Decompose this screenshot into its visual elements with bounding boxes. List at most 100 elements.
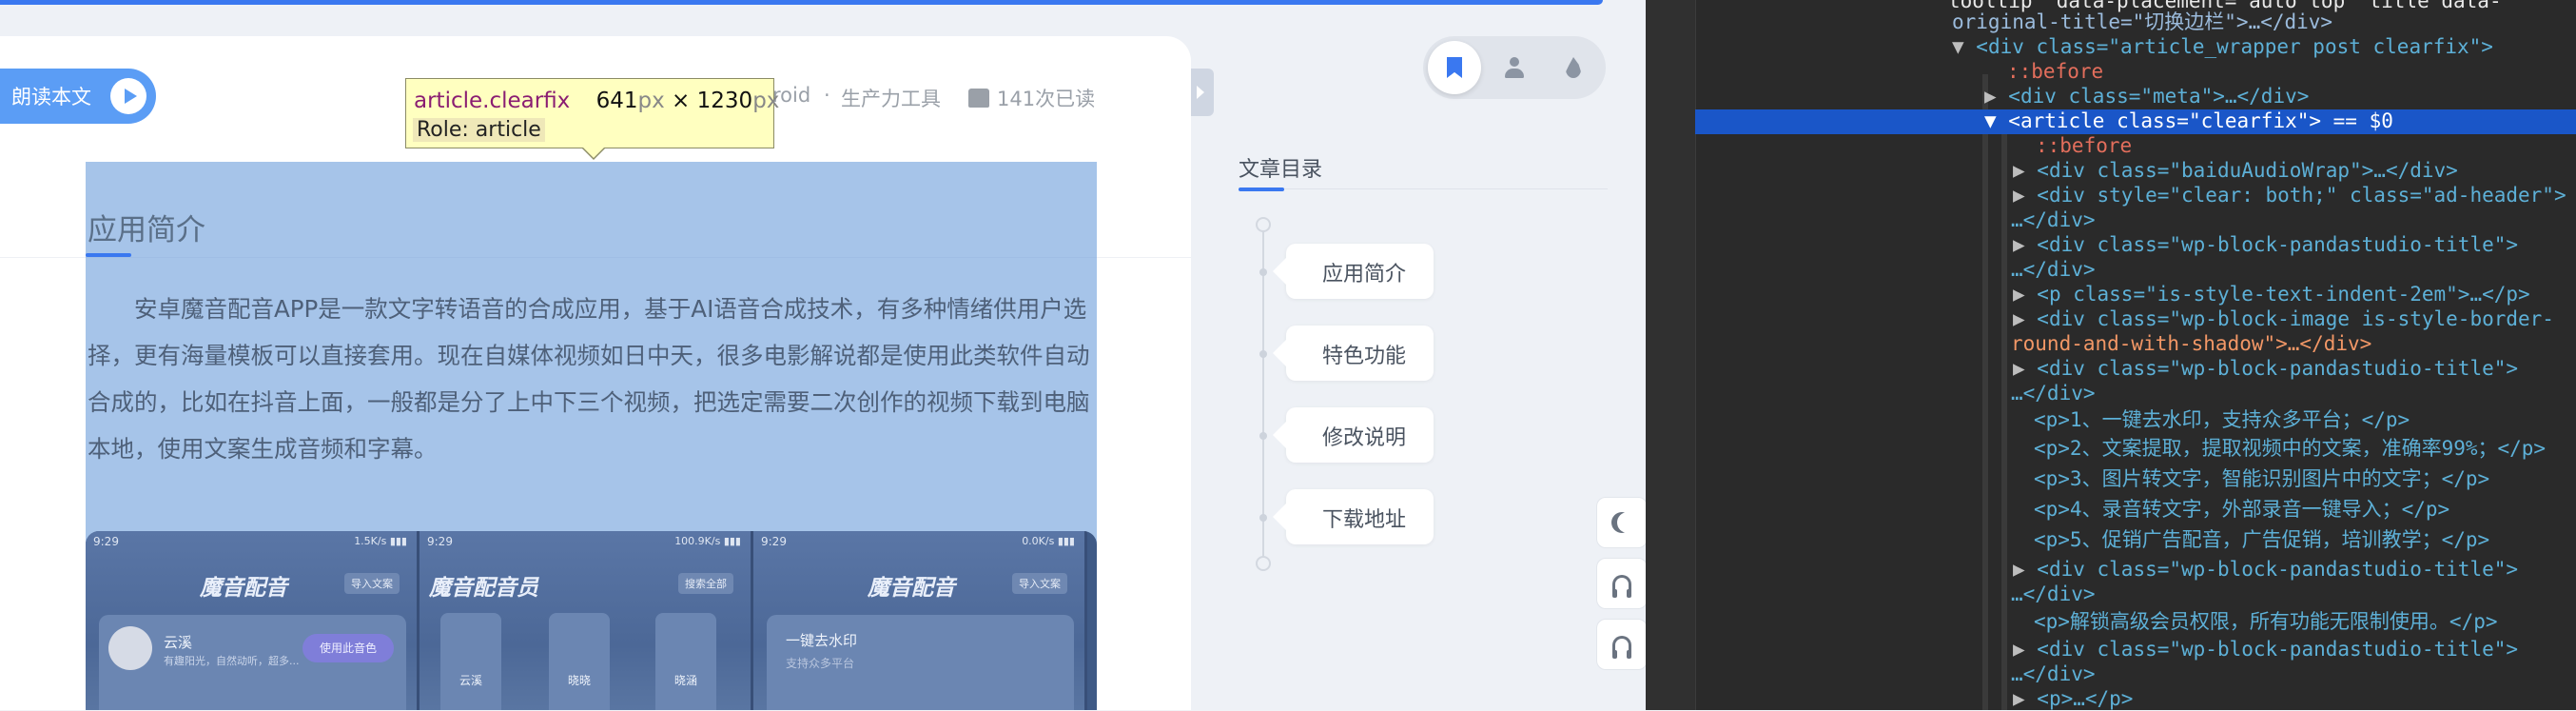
- toc-title: 文章目录: [1239, 158, 1323, 182]
- phone-chip: 导入文案: [344, 573, 400, 594]
- toc-item-label: 修改说明: [1322, 426, 1407, 450]
- use-voice-button: 使用此音色: [302, 634, 394, 662]
- voice-card: [549, 613, 610, 710]
- article-paragraph: 安卓魔音配音APP是一款文字转语音的合成应用，基于AI语音合成技术，有多种情绪供…: [88, 295, 1090, 463]
- dom-line[interactable]: ▶ <div class="wp-block-image is-style-bo…: [2013, 306, 2554, 331]
- phone-time: 9:29: [761, 535, 787, 548]
- voice-card: [440, 613, 501, 710]
- voice-desc: 有趣阳光，自然动听，超多...: [164, 655, 300, 667]
- toc-end-node: [1256, 556, 1271, 571]
- toc-dot: [1259, 350, 1267, 358]
- read-aloud-label: 朗读本文: [11, 86, 91, 109]
- toc-item-label: 特色功能: [1322, 345, 1407, 368]
- meta-separator: ·: [824, 84, 830, 107]
- dom-line[interactable]: ▶ <p>…</p>: [2013, 686, 2133, 711]
- flame-icon: [1566, 57, 1581, 78]
- toc-item-label: 应用简介: [1322, 263, 1407, 286]
- views-icon: [968, 89, 989, 108]
- dom-line-selected[interactable]: ▼ <article class="clearfix"> == $0: [1984, 109, 2393, 133]
- toc-item[interactable]: 下载地址: [1273, 489, 1434, 544]
- toc-dot: [1259, 268, 1267, 276]
- toc-item[interactable]: 特色功能: [1273, 326, 1434, 381]
- dom-line[interactable]: <p>3、图片转文字，智能识别图片中的文字；</p>: [2034, 466, 2489, 491]
- phone-status: 0.0K/s ▮▮▮: [1022, 535, 1075, 547]
- phone-chip: 搜索全部: [678, 573, 733, 594]
- sidebar-tabs: [1423, 36, 1606, 99]
- dom-line[interactable]: …</div>: [2011, 257, 2096, 282]
- dom-line[interactable]: …</div>: [2011, 582, 2096, 606]
- title-underline: [86, 253, 131, 257]
- dom-line[interactable]: ▶ <div class="wp-block-pandastudio-title…: [2013, 637, 2518, 662]
- toc-item[interactable]: 应用简介: [1273, 244, 1434, 299]
- top-accent-bar: [0, 0, 1603, 5]
- indent-guide: [1982, 74, 1988, 710]
- phone-screen-1: 9:29 1.5K/s ▮▮▮ 魔音配音 导入文案 云溪 有趣阳光，自然动听，超…: [86, 531, 420, 710]
- read-aloud-button[interactable]: 朗读本文: [0, 69, 156, 124]
- tab-toc[interactable]: [1428, 41, 1481, 94]
- listen-button[interactable]: [1596, 558, 1646, 609]
- dom-line[interactable]: ▶ <div class="wp-block-pandastudio-title…: [2013, 232, 2518, 257]
- tooltip-selector: article.clearfix: [414, 89, 571, 113]
- voice-name: 云溪: [164, 634, 193, 651]
- dom-line[interactable]: ▶ <div class="meta">…</div>: [1984, 84, 2309, 109]
- phone-screen-3: 9:29 0.0K/s ▮▮▮ 魔音配音 导入文案 一键去水印 支持众多平台: [753, 531, 1087, 710]
- bookmark-icon: [1447, 57, 1462, 78]
- dom-line[interactable]: <p>2、文案提取，提取视频中的文案，准确率99%；</p>: [2034, 436, 2546, 461]
- dom-line[interactable]: …</div>: [2011, 207, 2096, 232]
- dom-line[interactable]: round-and-with-shadow">…</div>: [2011, 331, 2371, 356]
- dom-line[interactable]: …</div>: [2011, 381, 2096, 405]
- dark-mode-button[interactable]: [1596, 497, 1646, 548]
- customer-service-button[interactable]: [1596, 619, 1646, 670]
- phone-time: 9:29: [427, 535, 453, 548]
- dom-line[interactable]: <p>解锁高级会员权限，所有功能无限制使用。</p>: [2034, 609, 2498, 634]
- dom-line[interactable]: ▼ <div class="article_wrapper post clear…: [1952, 34, 2493, 59]
- tab-user[interactable]: [1488, 41, 1541, 94]
- dom-line[interactable]: …</div>: [2011, 662, 2096, 686]
- feature-sub: 支持众多平台: [786, 657, 855, 670]
- voice-card-name: 晓晓: [567, 674, 591, 687]
- toc-start-node: [1256, 217, 1271, 232]
- indent-guide: [2001, 133, 2007, 710]
- phone-status: 1.5K/s ▮▮▮: [354, 535, 407, 547]
- inspect-tooltip: article.clearfix 641px × 1230px Role: ar…: [405, 78, 779, 160]
- divider: [1239, 188, 1608, 189]
- dom-line[interactable]: ::before: [2036, 133, 2132, 158]
- meta-views: 141次已读: [968, 84, 1095, 112]
- devtools-gutter: [1646, 0, 1696, 710]
- dom-line[interactable]: ::before: [2007, 59, 2103, 84]
- phone-app-title: 魔音配音员: [429, 576, 538, 601]
- dom-line[interactable]: original-title="切换边栏">…</div>: [1952, 10, 2332, 34]
- dom-line[interactable]: ▶ <div class="wp-block-pandastudio-title…: [2013, 356, 2518, 381]
- tooltip-role: Role: article: [413, 118, 545, 142]
- views-count: 141次已读: [997, 88, 1096, 110]
- dom-line[interactable]: ▶ <div class="wp-block-pandastudio-title…: [2013, 557, 2518, 582]
- toc-dot: [1259, 432, 1267, 440]
- dom-line[interactable]: ▶ <div class="baiduAudioWrap">…</div>: [2013, 158, 2458, 183]
- phone-chip: 导入文案: [1012, 573, 1067, 594]
- voice-card-name: 云溪: [459, 674, 482, 687]
- voice-card-name: 晓涵: [673, 674, 697, 687]
- toc-item[interactable]: 修改说明: [1273, 407, 1434, 463]
- phone-screen-2: 9:29 100.9K/s ▮▮▮ 魔音配音员 搜索全部 云溪 晓晓 晓涵: [420, 531, 753, 710]
- dom-line[interactable]: <p>4、录音转文字，外部录音一键导入；</p>: [2034, 497, 2449, 522]
- phone-app-title: 魔音配音: [868, 576, 955, 601]
- dom-line[interactable]: ▶ <div style="clear: both;" class="ad-he…: [2013, 183, 2566, 207]
- headset-icon: [1612, 575, 1631, 598]
- web-page: 朗读本文 roid · 生产力工具 141次已读 应用简介 安卓魔音配音APP是…: [0, 0, 1646, 710]
- app-screenshot-image: 9:29 1.5K/s ▮▮▮ 魔音配音 导入文案 云溪 有趣阳光，自然动听，超…: [86, 531, 1097, 710]
- tooltip-arrow: [581, 147, 606, 160]
- toggle-sidebar-button[interactable]: [1191, 69, 1214, 116]
- dom-line[interactable]: <p>1、一键去水印，支持众多平台；</p>: [2034, 407, 2410, 432]
- phone-time: 9:29: [93, 535, 119, 548]
- meta-tag[interactable]: 生产力工具: [841, 84, 941, 112]
- title-underline: [1239, 188, 1284, 191]
- toc-dot: [1259, 514, 1267, 522]
- user-icon: [1504, 57, 1525, 78]
- phone-status: 100.9K/s ▮▮▮: [674, 535, 741, 547]
- tab-hot[interactable]: [1547, 41, 1600, 94]
- tooltip-width: 641: [595, 89, 638, 113]
- dom-line[interactable]: ▶ <p class="is-style-text-indent-2em">…<…: [2013, 282, 2530, 306]
- feature-label: 一键去水印: [786, 632, 858, 649]
- phone-app-title: 魔音配音: [200, 576, 287, 601]
- dom-line[interactable]: <p>5、促销广告配音，广告促销，培训教学；</p>: [2034, 527, 2489, 552]
